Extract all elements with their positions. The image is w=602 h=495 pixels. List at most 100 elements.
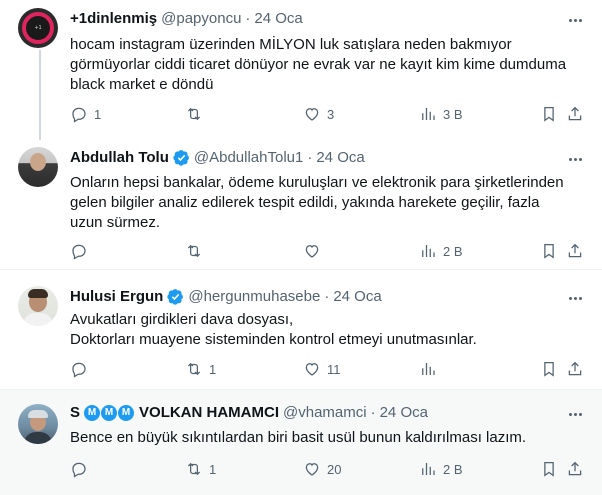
bookmark-button[interactable] bbox=[540, 460, 558, 478]
m-badge-icon: M bbox=[84, 404, 101, 421]
author-name[interactable]: Abdullah Tolu bbox=[70, 149, 169, 166]
retweet-button[interactable]: 1 bbox=[185, 460, 216, 478]
avatar-face bbox=[30, 153, 46, 171]
share-icon bbox=[568, 243, 582, 258]
share-button[interactable] bbox=[566, 460, 584, 478]
like-button[interactable]: 20 bbox=[303, 460, 341, 478]
m-badge-icon: M bbox=[101, 404, 118, 421]
author-name-prefix[interactable]: S bbox=[70, 404, 80, 421]
bookmark-button[interactable] bbox=[540, 242, 558, 260]
tweet-header: Hulusi Ergun @hergunmuhasebe · 24 Oca bbox=[70, 288, 382, 305]
tweet-1[interactable]: +1 +1dinlenmiş @papyoncu · 24 Oca hocam … bbox=[0, 0, 602, 142]
tweet-actions: 1 20 2 B bbox=[70, 460, 590, 480]
views-button[interactable]: 2 B bbox=[419, 460, 463, 478]
tweet-actions: 2 B bbox=[70, 242, 590, 262]
like-count: 20 bbox=[327, 461, 342, 477]
retweet-button[interactable]: 1 bbox=[185, 360, 216, 378]
tweet-actions: 1 11 bbox=[70, 360, 590, 380]
tweet-date[interactable]: 24 Oca bbox=[380, 404, 428, 421]
tweet-header: +1dinlenmiş @papyoncu · 24 Oca bbox=[70, 10, 303, 27]
separator-dot: · bbox=[245, 10, 251, 27]
avatar[interactable] bbox=[18, 147, 58, 187]
reply-button[interactable]: 1 bbox=[70, 105, 101, 123]
tweet-date[interactable]: 24 Oca bbox=[333, 288, 381, 305]
bookmark-icon bbox=[544, 461, 554, 477]
more-options-icon[interactable] bbox=[564, 290, 586, 306]
verified-badge-icon bbox=[167, 289, 184, 305]
reply-icon bbox=[72, 362, 86, 378]
retweet-icon bbox=[187, 462, 201, 476]
views-button[interactable]: 2 B bbox=[419, 242, 463, 260]
retweet-count: 1 bbox=[209, 361, 217, 377]
views-count: 3 B bbox=[443, 106, 463, 122]
retweet-icon bbox=[187, 107, 201, 121]
thread-connector-line bbox=[39, 50, 41, 142]
reply-button[interactable] bbox=[70, 360, 94, 378]
author-name[interactable]: +1dinlenmiş bbox=[70, 10, 157, 27]
bookmark-icon bbox=[544, 361, 554, 377]
bookmark-button[interactable] bbox=[540, 360, 558, 378]
tweet-4[interactable]: S M M M VOLKAN HAMAMCI @vhamamci · 24 Oc… bbox=[0, 390, 602, 495]
avatar[interactable]: +1 bbox=[18, 8, 58, 48]
author-handle[interactable]: @vhamamci bbox=[283, 404, 367, 421]
tweet-date[interactable]: 24 Oca bbox=[316, 149, 364, 166]
share-icon bbox=[568, 461, 582, 476]
heart-icon bbox=[305, 245, 319, 258]
retweet-icon bbox=[187, 362, 201, 376]
share-icon bbox=[568, 106, 582, 121]
more-options-icon[interactable] bbox=[564, 151, 586, 167]
separator-dot: · bbox=[307, 149, 313, 166]
views-chart-icon bbox=[422, 363, 435, 375]
reply-count: 1 bbox=[94, 106, 102, 122]
tweet-text: Bence en büyük sıkıntılardan biri basit … bbox=[70, 429, 527, 446]
reply-button[interactable] bbox=[70, 460, 94, 478]
tweet-2[interactable]: Abdullah Tolu @AbdullahTolu1 · 24 Oca On… bbox=[0, 140, 602, 270]
tweet-header: S M M M VOLKAN HAMAMCI @vhamamci · 24 Oc… bbox=[70, 404, 428, 421]
bookmark-icon bbox=[544, 243, 554, 259]
like-button[interactable] bbox=[303, 242, 327, 260]
like-button[interactable]: 3 bbox=[303, 105, 334, 123]
retweet-button[interactable] bbox=[185, 242, 209, 260]
name-emoji-badges: M M M bbox=[84, 404, 135, 421]
heart-icon bbox=[305, 463, 319, 476]
reply-icon bbox=[72, 244, 86, 260]
heart-icon bbox=[305, 363, 319, 376]
reply-button[interactable] bbox=[70, 242, 94, 260]
views-count: 2 B bbox=[443, 243, 463, 259]
more-options-icon[interactable] bbox=[564, 12, 586, 28]
m-badge-icon: M bbox=[118, 404, 135, 421]
author-handle[interactable]: @papyoncu bbox=[161, 10, 241, 27]
views-button[interactable]: 3 B bbox=[419, 105, 463, 123]
views-button[interactable] bbox=[419, 360, 443, 378]
author-name[interactable]: Hulusi Ergun bbox=[70, 288, 163, 305]
retweet-icon bbox=[187, 244, 201, 258]
verified-badge-icon bbox=[173, 150, 189, 166]
retweet-count: 1 bbox=[209, 461, 217, 477]
separator-dot: · bbox=[324, 288, 330, 305]
tweet-header: Abdullah Tolu @AbdullahTolu1 · 24 Oca bbox=[70, 149, 365, 166]
bookmark-button[interactable] bbox=[540, 105, 558, 123]
avatar[interactable] bbox=[18, 404, 58, 444]
tweet-3[interactable]: Hulusi Ergun @hergunmuhasebe · 24 Oca Av… bbox=[0, 278, 602, 390]
author-handle[interactable]: @AbdullahTolu1 bbox=[194, 149, 303, 166]
views-chart-icon bbox=[422, 245, 435, 257]
retweet-button[interactable] bbox=[185, 105, 209, 123]
author-handle[interactable]: @hergunmuhasebe bbox=[188, 288, 320, 305]
avatar[interactable] bbox=[18, 286, 58, 326]
share-icon bbox=[568, 361, 582, 376]
author-name[interactable]: VOLKAN HAMAMCI bbox=[139, 404, 279, 421]
like-count: 3 bbox=[327, 106, 335, 122]
tweet-text: Avukatları girdikleri dava dosyası, Dokt… bbox=[70, 311, 477, 348]
tweet-actions: 1 3 3 B bbox=[70, 105, 590, 125]
views-chart-icon bbox=[422, 463, 435, 475]
bookmark-icon bbox=[544, 106, 554, 122]
separator-dot: · bbox=[370, 404, 376, 421]
views-chart-icon bbox=[422, 108, 435, 120]
share-button[interactable] bbox=[566, 360, 584, 378]
share-button[interactable] bbox=[566, 242, 584, 260]
tweet-date[interactable]: 24 Oca bbox=[254, 10, 302, 27]
views-count: 2 B bbox=[443, 461, 463, 477]
like-button[interactable]: 11 bbox=[303, 360, 341, 378]
share-button[interactable] bbox=[566, 105, 584, 123]
more-options-icon[interactable] bbox=[564, 406, 586, 422]
